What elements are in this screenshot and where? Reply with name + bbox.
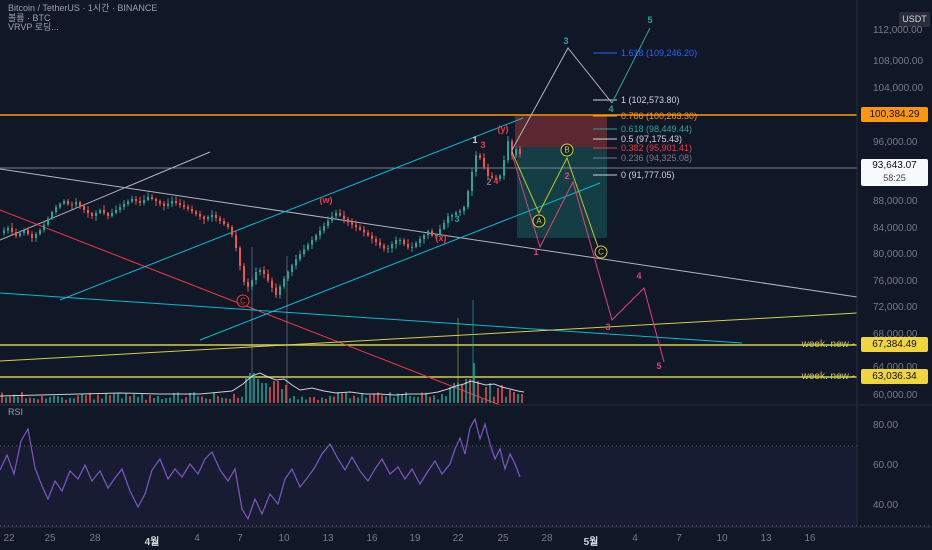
elliott-wave-circled-c: C: [236, 294, 250, 308]
price-axis-tick: 76,000.00: [873, 276, 918, 287]
week-new-note: week. new -: [801, 339, 855, 350]
projection-wave-label: 3: [605, 322, 611, 332]
time-axis-tick: 16: [366, 533, 378, 544]
weekly-price-label[interactable]: 63,036.34: [861, 369, 928, 384]
time-axis-tick: 22: [452, 533, 464, 544]
week-new-note: week. new -: [801, 371, 855, 382]
time-axis-month: 5월: [583, 537, 599, 548]
price-axis-tick: 88,000.00: [873, 196, 918, 207]
elliott-wave-label: 3: [454, 214, 460, 224]
time-axis-tick: 28: [541, 533, 553, 544]
current-price-label[interactable]: 93,643.07 58:25: [861, 159, 928, 186]
projection-circled-label: C: [594, 245, 608, 259]
projection-wave-label: 3: [563, 36, 569, 46]
time-axis-tick: 19: [409, 533, 421, 544]
projection-wave-label: 5: [647, 15, 653, 25]
time-axis-tick: 7: [676, 533, 682, 544]
elliott-wave-label: 2: [486, 177, 492, 187]
elliott-wave-label: 3: [480, 140, 486, 150]
projection-circled-label: B: [560, 143, 574, 157]
fib-level-label: 0.382 (95,901.41): [621, 143, 693, 153]
rsi-legend[interactable]: RSI: [8, 407, 23, 418]
time-axis-tick: 10: [716, 533, 728, 544]
price-axis-tick: 60,000.00: [873, 390, 918, 401]
elliott-wave-label: (y): [497, 124, 509, 134]
rsi-axis-tick: 80.00: [873, 420, 899, 431]
fib-level-label: 0 (91,777.05): [621, 170, 675, 180]
elliott-wave-label: 1: [472, 135, 478, 145]
time-axis-tick: 13: [322, 533, 334, 544]
fib-level-label: 0.786 (100,263.30): [621, 111, 698, 121]
time-axis-tick: 28: [89, 533, 101, 544]
projection-wave-label: 4: [608, 104, 614, 114]
projection-wave-label: 1: [533, 247, 539, 257]
alert-price-label[interactable]: 100,384.29: [861, 107, 928, 122]
price-axis-tick: 104,000.00: [873, 83, 924, 94]
rsi-axis-tick: 60.00: [873, 460, 899, 471]
price-axis-tick: 84,000.00: [873, 223, 918, 234]
current-price-value: 93,643.07: [872, 160, 917, 171]
time-axis-tick: 13: [760, 533, 772, 544]
bar-countdown: 58:25: [883, 173, 906, 183]
fib-level-label: 1 (102,573.80): [621, 95, 680, 105]
fib-level-label: 1.618 (109,246.20): [621, 48, 698, 58]
projection-wave-label: 2: [564, 171, 570, 181]
time-axis-tick: 22: [3, 533, 15, 544]
trading-chart-app: Bitcoin / TetherUS · 1시간 · BINANCE 볼륨 · …: [0, 0, 932, 550]
chart-labels-layer: Bitcoin / TetherUS · 1시간 · BINANCE 볼륨 · …: [0, 0, 932, 550]
elliott-wave-label: (x): [435, 233, 447, 243]
projection-circled-label: A: [532, 214, 546, 228]
time-axis-tick: 4: [632, 533, 638, 544]
price-axis-tick: 72,000.00: [873, 302, 918, 313]
fib-level-label: 0.236 (94,325.08): [621, 153, 693, 163]
time-axis-tick: 16: [804, 533, 816, 544]
weekly-price-label[interactable]: 67,384.49: [861, 337, 928, 352]
price-axis-tick: 96,000.00: [873, 137, 918, 148]
rsi-axis-tick: 40.00: [873, 500, 899, 511]
time-axis-tick: 7: [237, 533, 243, 544]
time-axis-tick: 4: [194, 533, 200, 544]
projection-wave-label: 5: [656, 361, 662, 371]
elliott-wave-label: 4: [493, 176, 499, 186]
price-axis-tick: 80,000.00: [873, 249, 918, 260]
time-axis-tick: 25: [44, 533, 56, 544]
fib-level-label: 0.618 (98,449.44): [621, 124, 693, 134]
projection-wave-label: 4: [636, 271, 642, 281]
time-axis-tick: 10: [278, 533, 290, 544]
elliott-wave-label: (w): [319, 195, 333, 205]
price-axis-tick: 108,000.00: [873, 56, 924, 67]
time-axis-tick: 25: [497, 533, 509, 544]
price-axis-tick: 112,000.00: [873, 25, 923, 36]
time-axis-month: 4월: [144, 537, 160, 548]
vrvp-legend: VRVP 로딩...: [8, 22, 59, 32]
